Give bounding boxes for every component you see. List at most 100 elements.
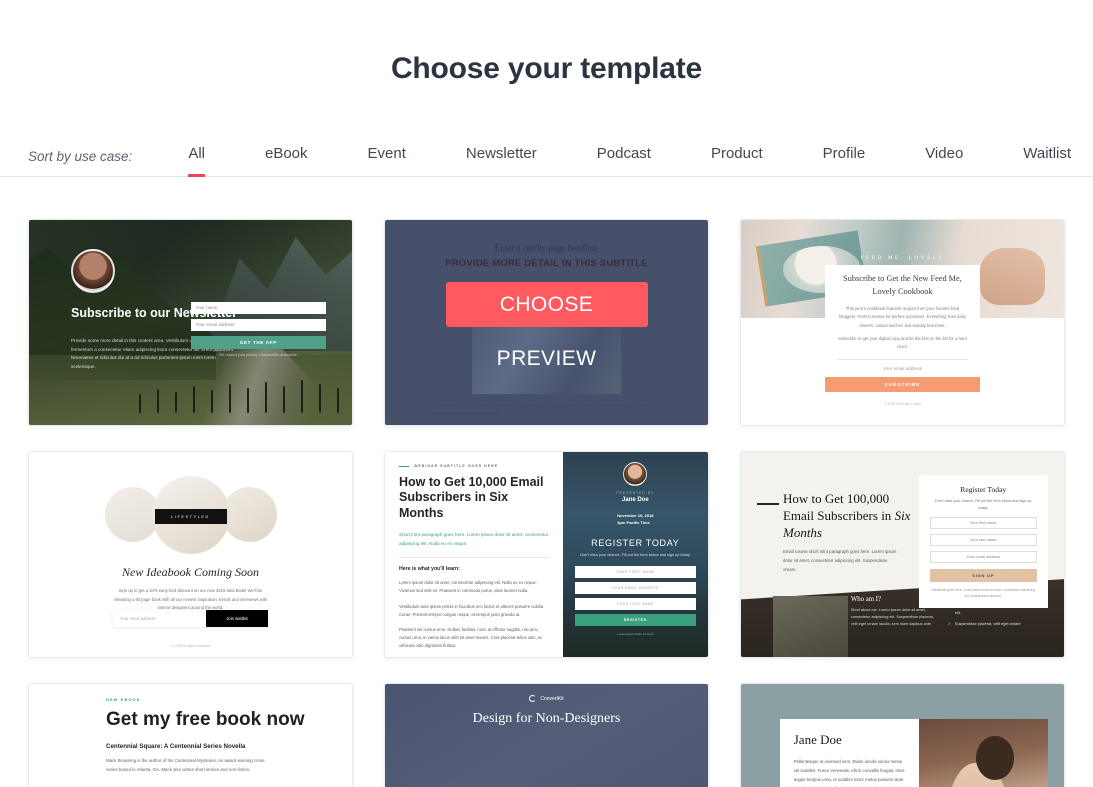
heading-main: How to Get 100,000 Email Subscribers in (782, 490, 892, 523)
template-card-event-craft-commerce[interactable]: Enter a catchy page headline PROVIDE MOR… (384, 219, 709, 426)
presenter-avatar (623, 462, 648, 486)
template-thumbnail: FEED ME, LOVELY Subscribe to Get the New… (741, 220, 1064, 425)
email-field: Your email address (929, 550, 1037, 563)
email-field: Your email address (836, 358, 968, 371)
presenter-label: PRESENTED BY (616, 491, 655, 495)
signup-panel: Subscribe to Get the New Feed Me, Lovely… (824, 265, 980, 411)
use-case-tabs: All eBook Event Newsletter Podcast Produ… (158, 144, 1093, 177)
tab-newsletter[interactable]: Newsletter (466, 145, 537, 177)
template-thumbnail: How to Get 100,000 Email Subscribers in … (741, 452, 1064, 657)
submit-button: GET THE APP (190, 336, 327, 349)
template-paragraph: Vestibulum ante ipsum primis in faucibus… (399, 603, 544, 617)
eyebrow-label: WEBINAR SUBTITLE GOES HERE (414, 464, 499, 468)
template-heading: Enter a catchy page headline (494, 243, 599, 253)
email-field: Your email address (119, 615, 156, 621)
template-thumbnail: LIFESTYLED New Ideabook Coming Soon Sign… (29, 452, 352, 657)
form-heading: Register Today (960, 484, 1007, 494)
fence-posts (138, 379, 340, 413)
sort-by-label: Sort by use case: (28, 149, 133, 164)
template-card-email-course-100000[interactable]: How to Get 100,000 Email Subscribers in … (740, 451, 1065, 658)
last-name-field: Your last name (929, 533, 1037, 546)
template-card-jane-doe-profile[interactable]: Jane Doe Pellentesque ut euismod sem. Et… (740, 683, 1065, 787)
tab-ebook[interactable]: eBook (265, 145, 308, 177)
avatar (70, 248, 115, 293)
choose-button[interactable]: CHOOSE (445, 282, 648, 327)
signup-button: SIGN UP (929, 568, 1037, 582)
learn-heading: Here is what you'll learn: (399, 566, 460, 573)
last-name-field: YOUR LAST NAME (574, 598, 696, 611)
template-subheading: Centennial Square: A Centennial Series N… (106, 743, 246, 751)
template-card-feed-me-lovely[interactable]: FEED ME, LOVELY Subscribe to Get the New… (740, 219, 1065, 426)
template-body: Lorem ipsum dolor sit amet, consectetur … (433, 402, 652, 417)
template-card-design-for-non-designers[interactable]: ConvertKit Design for Non-Designers DOWN… (384, 683, 709, 787)
name-field: Your name (190, 302, 327, 314)
convertkit-icon (529, 695, 537, 702)
email-field: YOUR EMAIL ADDRESS (574, 582, 696, 595)
template-thumbnail: Jane Doe Pellentesque ut euismod sem. Et… (741, 684, 1064, 787)
rule-icon (399, 465, 409, 467)
learn-item-label: Suspendisse placerat, velit eget ornare (954, 622, 1021, 627)
profile-photo (919, 718, 1048, 787)
template-paragraph: Lorem ipsum dolor sit amet, consectetur … (399, 580, 538, 594)
join-waitlist-button: Join waitlist (206, 609, 269, 627)
register-form: YOUR FIRST NAME YOUR EMAIL ADDRESS YOUR … (574, 566, 696, 637)
template-paragraph: Praesent vel cursus eros. Nullam facilis… (399, 626, 543, 649)
register-body: Don't miss your chance. Fill out the for… (580, 553, 691, 557)
first-name-field: YOUR FIRST NAME (574, 566, 696, 579)
footnote: Lorem ipsum dolor sit amet (617, 632, 654, 637)
template-heading: How to Get 100,000 Email Subscribers in … (783, 491, 919, 542)
register-form: Register Today Don't miss your chance. F… (918, 474, 1048, 609)
template-card-get-my-free-book[interactable]: NEW EBOOK Get my free book now Centennia… (28, 683, 353, 787)
subscribe-button: SUBSCRIBE (824, 376, 980, 392)
profile-card: Jane Doe Pellentesque ut euismod sem. Et… (779, 718, 1048, 787)
webinar-content-column: WEBINAR SUBTITLE GOES HERE How to Get 10… (385, 452, 563, 657)
tab-event[interactable]: Event (368, 145, 406, 177)
eyebrow: NEW EBOOK (106, 698, 141, 702)
template-grid: Subscribe to our Newsletter Provide some… (0, 177, 1093, 787)
tab-profile[interactable]: Profile (823, 145, 866, 177)
template-heading: Jane Doe (793, 731, 842, 747)
first-name-field: Your first name (929, 516, 1037, 529)
template-heading: New Ideabook Coming Soon (122, 564, 259, 579)
template-thumbnail: NEW EBOOK Get my free book now Centennia… (29, 684, 352, 787)
check-icon: ✓ (947, 622, 951, 627)
who-body: Short about me. Lorem ipsum dolor sit am… (850, 607, 934, 627)
page-title: Choose your template (390, 52, 703, 85)
template-thumbnail: WEBINAR SUBTITLE GOES HERE How to Get 10… (385, 452, 708, 657)
divider (399, 557, 549, 559)
hair-bun-shape (975, 735, 1015, 781)
tab-all[interactable]: All (188, 145, 205, 177)
template-card-mountain-newsletter[interactable]: Subscribe to our Newsletter Provide some… (28, 219, 353, 426)
template-heading: Design for Non-Designers (472, 711, 621, 726)
filter-bar: Sort by use case: All eBook Event Newsle… (0, 134, 1093, 177)
event-time: 3pm Pacific Time (617, 520, 650, 525)
event-date: November 16, 2018 (617, 513, 654, 518)
template-body-secondary: Subscribe to get your digital copy and b… (838, 336, 967, 350)
tab-video[interactable]: Video (925, 145, 963, 177)
footer-text: © 2018 Feed Me, Lovely (883, 401, 921, 406)
tab-product[interactable]: Product (711, 145, 763, 177)
template-heading: Get my free book now (106, 709, 305, 730)
template-body: Pellentesque ut euismod sem. Etiam iacul… (793, 758, 905, 787)
template-body: Email course short intro paragraph goes … (782, 549, 897, 572)
webinar-register-column: PRESENTED BY Jane Doe November 16, 2018 … (562, 452, 708, 657)
template-subtitle: PROVIDE MORE DETAIL IN THIS SUBTITLE (445, 258, 648, 269)
register-button: REGISTER (574, 614, 696, 627)
template-thumbnail: ConvertKit Design for Non-Designers DOWN… (385, 684, 708, 787)
template-card-lifestyled-ideabook[interactable]: LIFESTYLED New Ideabook Coming Soon Sign… (28, 451, 353, 658)
template-heading: How to Get 10,000 Email Subscribers in S… (399, 475, 544, 520)
register-heading: REGISTER TODAY (591, 538, 680, 548)
template-card-webinar-10000[interactable]: WEBINAR SUBTITLE GOES HERE How to Get 10… (384, 451, 709, 658)
privacy-note: We respect your privacy. Unsubscribe at … (218, 353, 298, 357)
learn-item: ✓ Suspendisse placerat, velit eget ornare (948, 621, 1045, 628)
tab-waitlist[interactable]: Waitlist (1023, 145, 1071, 177)
template-intro: Short intro paragraph goes here. Lorem i… (399, 531, 549, 546)
template-body: Mack Browning is the author of the Cente… (106, 758, 265, 772)
brand-wordmark: FEED ME, LOVELY (860, 254, 945, 261)
tab-podcast[interactable]: Podcast (597, 145, 651, 177)
preview-button[interactable]: PREVIEW (497, 347, 597, 371)
rule-icon (757, 503, 780, 505)
disclaimer: Disclaimer goes here. Lorem ipsum dolor … (931, 587, 1035, 599)
circle-photo-right (221, 487, 277, 543)
email-field: Your email address (190, 319, 327, 331)
